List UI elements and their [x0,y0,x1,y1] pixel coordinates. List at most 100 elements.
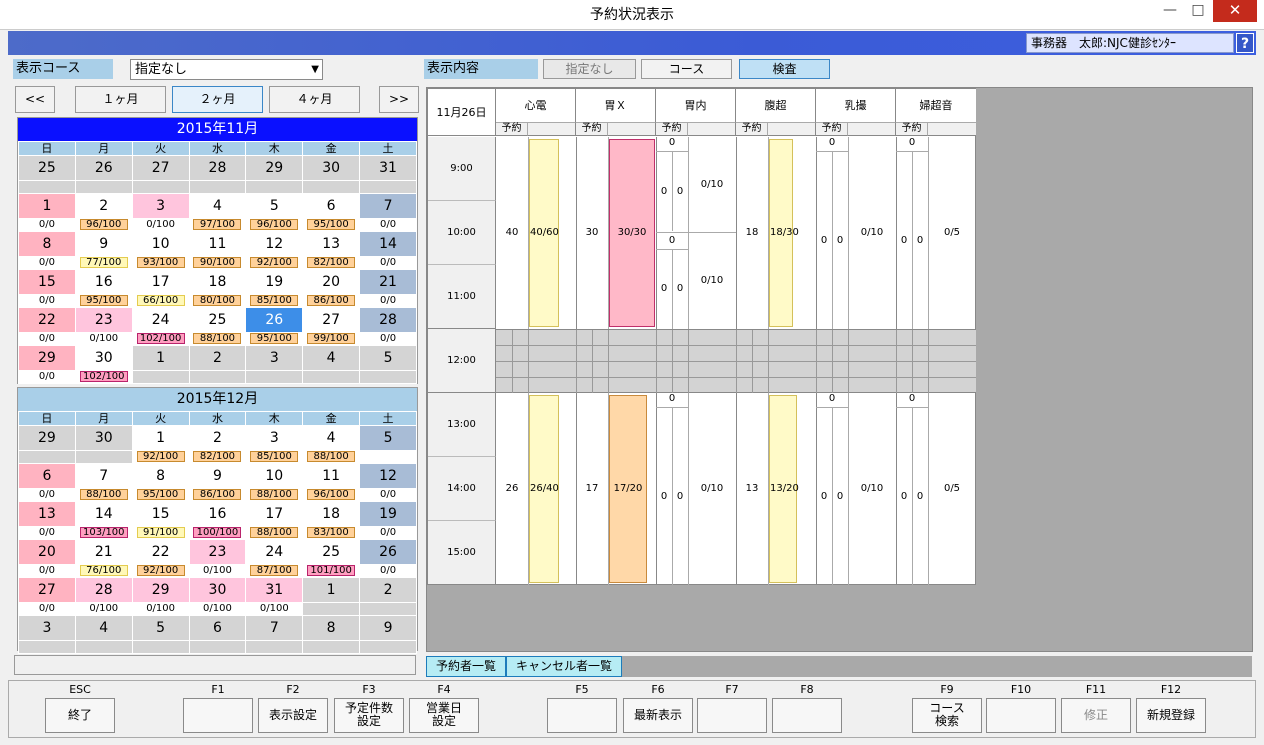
calendar-day[interactable]: 23 [74,307,133,333]
calendar-day[interactable]: 20 [18,539,76,565]
display-settings-button[interactable]: 表示設定 [258,698,328,733]
close-button[interactable]: ✕ [1213,0,1257,22]
calendar-day[interactable]: 27 [131,155,190,181]
calendar-day[interactable]: 1 [302,577,361,603]
capacity-bar[interactable]: 30/30 [609,139,655,327]
calendar-day[interactable]: 10 [245,463,304,489]
calendar-day[interactable]: 29 [245,155,304,181]
calendar-day[interactable]: 29 [18,345,76,371]
calendar-day[interactable]: 27 [302,307,361,333]
calendar-day[interactable]: 24 [245,539,304,565]
calendar-day[interactable]: 7 [74,463,133,489]
exit-button[interactable]: 終了 [45,698,115,733]
calendar-day[interactable]: 9 [359,615,417,641]
calendar-day[interactable]: 13 [18,501,76,527]
calendar-day[interactable]: 8 [18,231,76,257]
next-month-button[interactable]: >> [379,86,419,113]
calendar-day[interactable]: 4 [302,345,361,371]
calendar-day[interactable]: 25 [188,307,247,333]
calendar-day[interactable]: 13 [302,231,361,257]
display-none-button[interactable]: 指定なし [543,59,636,79]
calendar-day[interactable]: 25 [302,539,361,565]
display-exam-button[interactable]: 検査 [739,59,830,79]
calendar-day[interactable]: 27 [18,577,76,603]
calendar-day[interactable]: 3 [245,425,304,451]
calendar-day[interactable]: 9 [188,463,247,489]
course-search-button[interactable]: コース 検索 [912,698,982,733]
maximize-button[interactable]: □ [1186,0,1210,22]
calendar-day[interactable]: 1 [131,425,190,451]
calendar-day[interactable]: 12 [359,463,417,489]
calendar-day[interactable]: 31 [359,155,417,181]
calendar-day[interactable]: 16 [188,501,247,527]
calendar-day[interactable]: 22 [131,539,190,565]
calendar-day[interactable]: 18 [188,269,247,295]
capacity-bar[interactable]: 26/40 [529,395,559,583]
edit-button[interactable]: 修正 [1061,698,1131,733]
refresh-button[interactable]: 最新表示 [623,698,693,733]
calendar-day[interactable]: 18 [302,501,361,527]
calendar-day[interactable]: 15 [131,501,190,527]
capacity-bar[interactable]: 17/20 [609,395,647,583]
calendar-day[interactable]: 20 [302,269,361,295]
calendar-day[interactable]: 9 [74,231,133,257]
f8-button[interactable] [772,698,842,733]
four-month-button[interactable]: ４ヶ月 [269,86,360,113]
calendar-day[interactable]: 19 [359,501,417,527]
calendar-day[interactable]: 14 [359,231,417,257]
calendar-day[interactable]: 1 [131,345,190,371]
calendar-day[interactable]: 6 [18,463,76,489]
calendar-day[interactable]: 6 [188,615,247,641]
calendar-day[interactable]: 30 [302,155,361,181]
prev-month-button[interactable]: << [15,86,55,113]
calendar-day[interactable]: 24 [131,307,190,333]
calendar-day[interactable]: 8 [131,463,190,489]
course-select[interactable]: 指定なし ▼ [130,59,323,80]
one-month-button[interactable]: １ヶ月 [75,86,166,113]
tab-reserved-list[interactable]: 予約者一覧 [426,656,506,677]
calendar-day[interactable]: 3 [245,345,304,371]
calendar-day[interactable]: 4 [74,615,133,641]
calendar-day[interactable]: 7 [359,193,417,219]
calendar-day[interactable]: 6 [302,193,361,219]
calendar-day[interactable]: 29 [18,425,76,451]
calendar-day[interactable]: 10 [131,231,190,257]
calendar-day[interactable]: 16 [74,269,133,295]
capacity-bar[interactable]: 13/20 [769,395,799,583]
calendar-day[interactable]: 30 [188,577,247,603]
calendar-day[interactable]: 29 [131,577,190,603]
calendar-day[interactable]: 28 [188,155,247,181]
calendar-day[interactable]: 4 [188,193,247,219]
calendar-day[interactable]: 30 [74,425,133,451]
calendar-day[interactable]: 7 [245,615,304,641]
calendar-day[interactable]: 15 [18,269,76,295]
tab-cancelled-list[interactable]: キャンセル者一覧 [506,656,622,677]
calendar-day[interactable]: 5 [359,345,417,371]
calendar-day[interactable]: 23 [188,539,247,565]
calendar-day[interactable]: 1 [18,193,76,219]
two-month-button[interactable]: ２ヶ月 [172,86,263,113]
business-day-settings-button[interactable]: 営業日 設定 [409,698,479,733]
calendar-day[interactable]: 14 [74,501,133,527]
help-button[interactable]: ? [1236,33,1254,53]
calendar-day[interactable]: 11 [302,463,361,489]
display-course-button[interactable]: コース [641,59,732,79]
calendar-day[interactable]: 5 [245,193,304,219]
calendar-day[interactable]: 5 [359,425,417,451]
calendar-day[interactable]: 2 [188,345,247,371]
calendar-day[interactable]: 26 [245,307,304,333]
calendar-day[interactable]: 26 [74,155,133,181]
calendar-day[interactable]: 21 [359,269,417,295]
calendar-day[interactable]: 3 [131,193,190,219]
calendar-day[interactable]: 26 [359,539,417,565]
calendar-day[interactable]: 28 [359,307,417,333]
calendar-day[interactable]: 17 [245,501,304,527]
calendar-day[interactable]: 5 [131,615,190,641]
capacity-bar[interactable]: 40/60 [529,139,559,327]
calendar-day[interactable]: 11 [188,231,247,257]
calendar-day[interactable]: 8 [302,615,361,641]
calendar-day[interactable]: 12 [245,231,304,257]
calendar-day[interactable]: 4 [302,425,361,451]
f7-button[interactable] [697,698,767,733]
new-registration-button[interactable]: 新規登録 [1136,698,1206,733]
